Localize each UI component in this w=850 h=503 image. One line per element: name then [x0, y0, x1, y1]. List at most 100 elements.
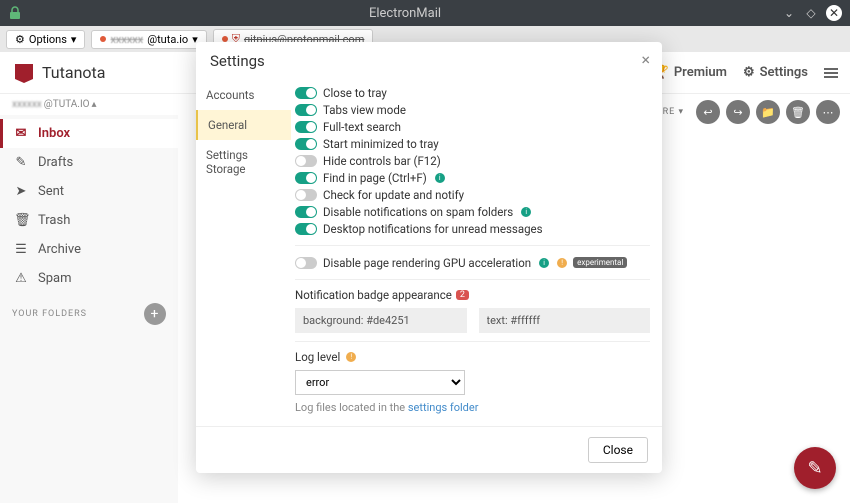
forward-button[interactable]: ↪ — [726, 100, 750, 124]
window-titlebar: ElectronMail ⌄ ◇ ✕ — [0, 0, 850, 26]
toggle-label: Full-text search — [323, 120, 401, 134]
toggle-switch[interactable] — [295, 206, 317, 218]
settings-label: Settings — [760, 65, 808, 80]
close-button[interactable]: Close — [588, 437, 648, 463]
toggle-switch[interactable] — [295, 138, 317, 150]
sidebar: Tutanota xxxxxx @TUTA.IO ▴ ✉ Inbox ✎ Drafts… — [0, 52, 178, 503]
notif-badge-preview: 2 — [456, 290, 469, 300]
folder-drafts[interactable]: ✎ Drafts — [0, 148, 178, 177]
settings-link[interactable]: ⚙ Settings — [743, 65, 808, 80]
settings-pane: Close to tray Tabs view mode Full-text sea… — [291, 80, 662, 426]
toggle-row: Find in page (Ctrl+F) i — [295, 169, 650, 186]
folder-label: Sent — [38, 184, 64, 199]
brand-name: Tutanota — [42, 63, 105, 82]
chevron-up-icon: ▴ — [92, 99, 97, 110]
badge-bg-input[interactable] — [295, 308, 467, 333]
folder-inbox[interactable]: ✉ Inbox — [0, 119, 178, 148]
folder-label: Archive — [38, 242, 81, 257]
toggle-row: Close to tray — [295, 84, 650, 101]
badge-text-input[interactable] — [479, 308, 651, 333]
folder-icon: ✉ — [14, 126, 28, 141]
folder-sent[interactable]: ➤ Sent — [0, 177, 178, 206]
modal-footer: Close — [196, 426, 662, 473]
toggle-label: Tabs view mode — [323, 103, 406, 117]
toggle-switch[interactable] — [295, 223, 317, 235]
modal-close-button[interactable]: × — [641, 50, 650, 69]
your-folders-label: YOUR FOLDERS — [12, 309, 87, 319]
experimental-badge: experimental — [573, 257, 627, 268]
settings-folder-link[interactable]: settings folder — [408, 401, 479, 414]
notif-badge-label: Notification badge appearance 2 — [295, 288, 650, 302]
settings-modal: Settings × AccountsGeneralSettings Stora… — [196, 42, 662, 473]
more-button[interactable]: ⋯ — [816, 100, 840, 124]
toggle-switch[interactable] — [295, 87, 317, 99]
toggle-row: Disable notifications on spam folders i — [295, 203, 650, 220]
options-button[interactable]: ⚙ Options ▾ — [6, 30, 85, 49]
log-note: Log files located in the settings folder — [295, 401, 650, 414]
folder-archive[interactable]: ☰ Archive — [0, 235, 178, 264]
delete-button[interactable]: 🗑 — [786, 100, 810, 124]
add-folder-button[interactable]: + — [144, 303, 166, 325]
folder-icon: ⚠ — [14, 271, 28, 286]
gear-icon: ⚙ — [743, 65, 755, 80]
toggle-switch[interactable] — [295, 104, 317, 116]
toggle-label: Find in page (Ctrl+F) — [323, 171, 427, 185]
log-level-select[interactable]: error — [295, 370, 465, 395]
gear-icon: ⚙ — [15, 33, 25, 46]
folder-spam[interactable]: ⚠Spam — [0, 264, 178, 293]
window-min-icon[interactable]: ⌄ — [782, 6, 796, 20]
folder-trash[interactable]: 🗑Trash — [0, 206, 178, 235]
settings-nav-accounts[interactable]: Accounts — [196, 80, 291, 110]
toggle-label: Hide controls bar (F12) — [323, 154, 441, 168]
pencil-icon: ✎ — [807, 458, 822, 479]
account-user-blur: xxxxxx — [12, 99, 42, 110]
info-icon[interactable]: i — [539, 258, 549, 268]
info-icon[interactable]: i — [521, 207, 531, 217]
premium-label: Premium — [674, 65, 727, 80]
folder-icon: ☰ — [14, 242, 28, 257]
info-icon[interactable]: i — [435, 173, 445, 183]
tab-1-label: @tuta.io — [147, 33, 188, 46]
toggle-label: Close to tray — [323, 86, 387, 100]
toggle-row: Full-text search — [295, 118, 650, 135]
settings-nav-settings-storage[interactable]: Settings Storage — [196, 140, 291, 184]
chevron-down-icon: ▾ — [71, 33, 77, 46]
window-close-icon[interactable]: ✕ — [826, 5, 842, 21]
gpu-toggle-label: Disable page rendering GPU acceleration — [323, 256, 531, 270]
folder-button[interactable]: 📁 — [756, 100, 780, 124]
toggle-switch[interactable] — [295, 155, 317, 167]
gpu-toggle-row: Disable page rendering GPU acceleration … — [295, 254, 650, 271]
window-title: ElectronMail — [28, 6, 782, 21]
premium-link[interactable]: 🏆 Premium — [653, 65, 727, 80]
folder-icon: ✎ — [14, 155, 28, 170]
folder-icon: ➤ — [14, 184, 28, 199]
toggle-row: Check for update and notify — [295, 186, 650, 203]
folder-icon: 🗑 — [14, 213, 28, 228]
toggle-switch[interactable] — [295, 121, 317, 133]
app-icon — [8, 6, 22, 20]
warn-icon[interactable]: ! — [557, 258, 567, 268]
account-selector[interactable]: xxxxxx @TUTA.IO ▴ — [0, 94, 178, 115]
hamburger-menu-icon[interactable] — [824, 68, 838, 78]
modal-header: Settings × — [196, 42, 662, 80]
toggle-switch[interactable] — [295, 172, 317, 184]
toggle-label: Disable notifications on spam folders — [323, 205, 513, 219]
log-level-label: Log level ! — [295, 350, 650, 364]
warn-icon[interactable]: ! — [346, 352, 356, 362]
compose-fab[interactable]: ✎ — [794, 447, 836, 489]
reply-button[interactable]: ↩ — [696, 100, 720, 124]
account-tab-1[interactable]: xxxxxx@tuta.io ▾ — [91, 30, 206, 49]
gpu-toggle[interactable] — [295, 257, 317, 269]
your-folders-row: YOUR FOLDERS + — [0, 293, 178, 335]
folder-label: Inbox — [38, 126, 70, 141]
toggle-switch[interactable] — [295, 189, 317, 201]
window-controls: ⌄ ◇ ✕ — [782, 5, 842, 21]
tab-indicator-icon — [100, 36, 106, 42]
settings-nav-general[interactable]: General — [196, 110, 291, 140]
toggle-row: Start minimized to tray — [295, 135, 650, 152]
folder-list: ✉ Inbox ✎ Drafts ➤ Sent 🗑Trash ☰ Archive ⚠Spam — [0, 115, 178, 293]
window-max-icon[interactable]: ◇ — [804, 6, 818, 20]
folder-label: Drafts — [38, 155, 73, 170]
toggle-row: Tabs view mode — [295, 101, 650, 118]
options-label: Options — [29, 33, 67, 46]
